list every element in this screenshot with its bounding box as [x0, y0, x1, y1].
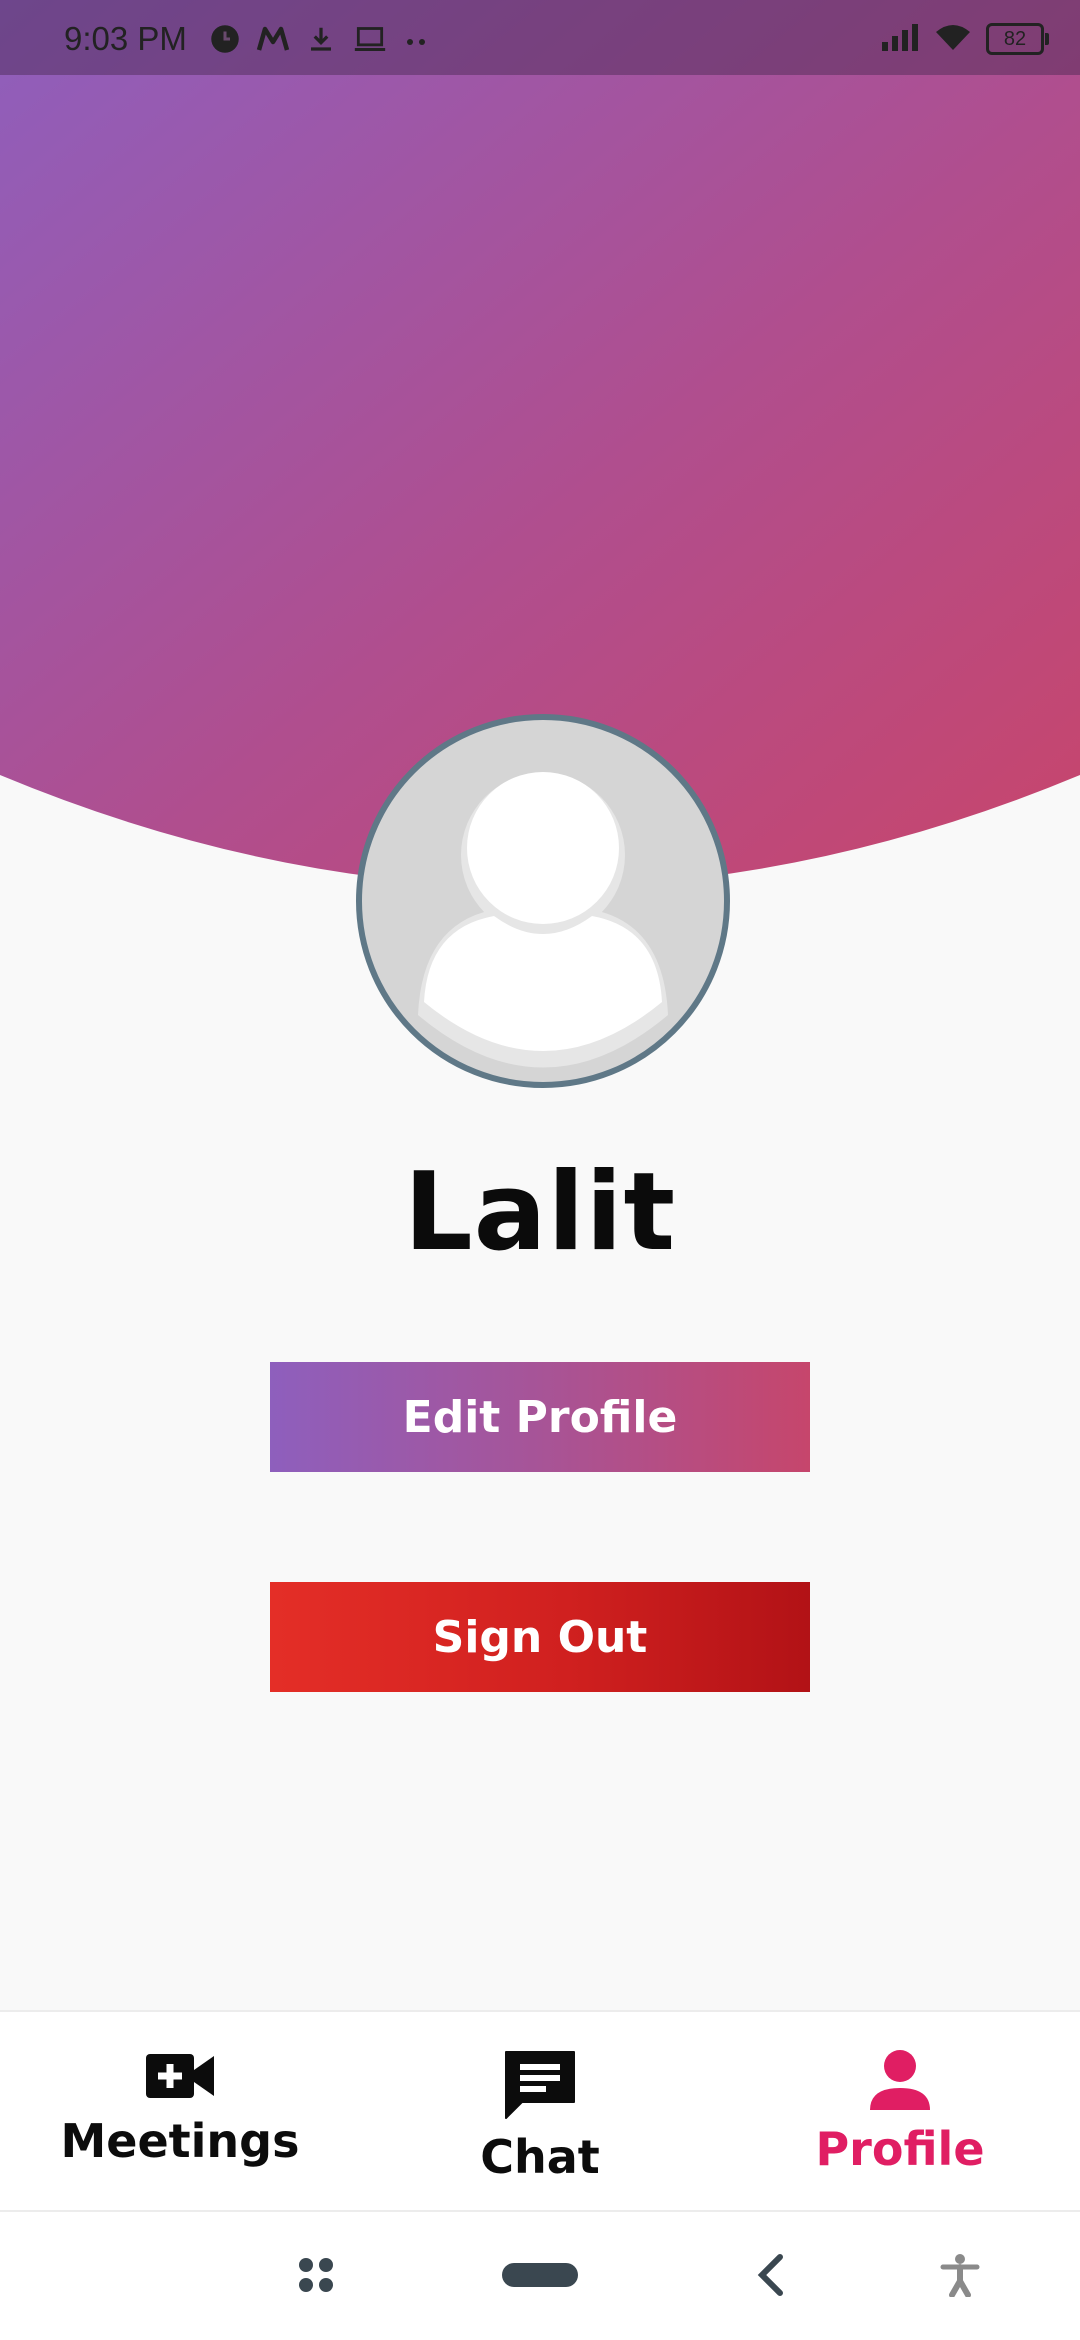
- notification-icons: [210, 24, 428, 58]
- accessibility-button[interactable]: [930, 2212, 990, 2340]
- laptop-icon: [352, 25, 388, 57]
- home-button[interactable]: [496, 2212, 584, 2340]
- person-icon: [868, 2048, 932, 2116]
- chevron-left-icon: [754, 2253, 786, 2301]
- system-navigation-bar: [0, 2210, 1080, 2340]
- wifi-icon: [934, 22, 972, 56]
- clock-icon: [210, 24, 240, 58]
- battery-indicator: 82: [986, 23, 1049, 55]
- system-status-icons: 82: [880, 22, 1049, 56]
- profile-avatar[interactable]: [356, 714, 730, 1088]
- nav-label-chat: Chat: [480, 2130, 600, 2184]
- more-notifications-icon: [404, 32, 428, 51]
- nav-item-chat[interactable]: Chat: [360, 2012, 720, 2212]
- status-bar: 9:03 PM 82: [0, 0, 1080, 75]
- recent-apps-button[interactable]: [280, 2212, 352, 2340]
- home-pill-icon: [500, 2261, 580, 2293]
- video-add-icon: [144, 2048, 216, 2108]
- nav-item-profile[interactable]: Profile: [720, 2012, 1080, 2212]
- download-icon: [306, 24, 336, 58]
- edit-profile-label: Edit Profile: [402, 1391, 678, 1443]
- bottom-navigation: Meetings Chat Profile: [0, 2010, 1080, 2212]
- signal-icon: [880, 22, 920, 56]
- nav-label-meetings: Meetings: [60, 2114, 300, 2168]
- sign-out-label: Sign Out: [432, 1611, 648, 1663]
- gmail-icon: [256, 26, 290, 56]
- accessibility-icon: [940, 2253, 980, 2301]
- person-silhouette-icon: [418, 772, 668, 1068]
- status-time: 9:03 PM: [64, 20, 187, 57]
- chat-icon: [502, 2048, 578, 2124]
- nav-item-meetings[interactable]: Meetings: [0, 2012, 360, 2212]
- back-button[interactable]: [740, 2212, 800, 2340]
- edit-profile-button[interactable]: Edit Profile: [270, 1362, 810, 1472]
- profile-screen: 9:03 PM 82 Lalit Edit Profile Sign Out M…: [0, 0, 1080, 2340]
- sign-out-button[interactable]: Sign Out: [270, 1582, 810, 1692]
- grid-dots-icon: [296, 2255, 336, 2299]
- nav-label-profile: Profile: [815, 2122, 985, 2176]
- user-name: Lalit: [403, 1150, 677, 1275]
